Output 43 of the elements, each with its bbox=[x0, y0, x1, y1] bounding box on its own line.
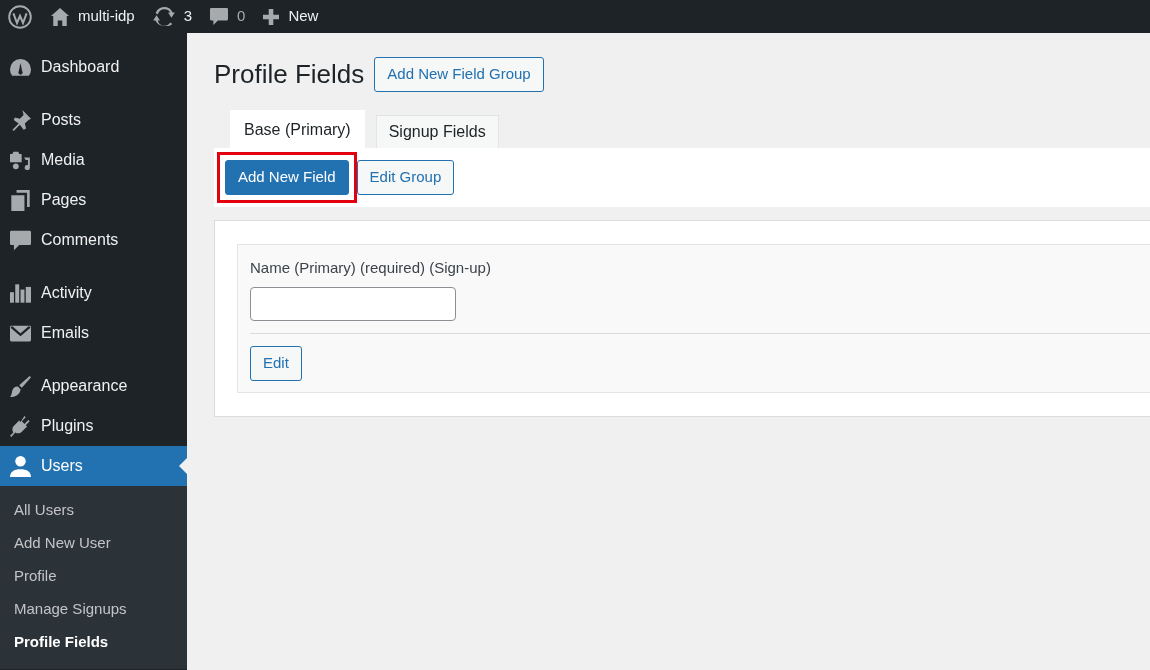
submenu-item[interactable]: All Users bbox=[0, 494, 187, 527]
text-field[interactable] bbox=[250, 287, 456, 321]
comments-link[interactable]: 0 bbox=[201, 0, 255, 33]
menu-item[interactable]: Dashboard bbox=[0, 47, 187, 87]
tab[interactable]: Signup Fields bbox=[375, 115, 499, 148]
refresh-icon bbox=[152, 7, 175, 26]
bars-icon bbox=[10, 282, 31, 304]
plug-icon bbox=[10, 415, 31, 437]
menu-item[interactable]: Comments bbox=[0, 220, 187, 260]
logo-icon[interactable] bbox=[8, 4, 32, 29]
page-title: Profile Fields bbox=[214, 58, 365, 91]
menu-item[interactable]: Media bbox=[0, 140, 187, 180]
home-icon bbox=[51, 7, 69, 26]
pushpin-icon bbox=[10, 109, 31, 131]
speech-bubble-icon bbox=[210, 8, 229, 25]
submenu-item[interactable]: Profile Fields bbox=[0, 626, 187, 659]
tab[interactable]: Base (Primary) bbox=[230, 110, 365, 148]
edit-group-button[interactable]: Edit Group bbox=[356, 160, 455, 195]
submenu-item[interactable]: Profile bbox=[0, 560, 187, 593]
speech-bubble-icon bbox=[10, 229, 31, 251]
updates-link[interactable]: 3 bbox=[143, 0, 202, 33]
menu-item[interactable]: Activity bbox=[0, 273, 187, 313]
submenu-item[interactable]: Add New User bbox=[0, 527, 187, 560]
menu-item[interactable]: Plugins bbox=[0, 406, 187, 446]
paintbrush-icon bbox=[10, 375, 31, 397]
submenu-item[interactable]: Manage Signups bbox=[0, 593, 187, 626]
camera-note-icon bbox=[10, 149, 31, 171]
menu-item[interactable]: Users bbox=[0, 446, 187, 486]
new-content-link[interactable]: New bbox=[254, 0, 328, 33]
pages-icon bbox=[10, 189, 31, 211]
menu-item[interactable]: Posts bbox=[0, 100, 187, 140]
menu-item[interactable]: Appearance bbox=[0, 366, 187, 406]
pointer-icon bbox=[179, 458, 187, 474]
add-group-button[interactable]: Add New Field Group bbox=[374, 57, 544, 92]
gauge-icon bbox=[10, 56, 31, 78]
menu-item[interactable]: Emails bbox=[0, 313, 187, 353]
add-field-button[interactable]: Add New Field bbox=[225, 160, 349, 195]
field-label: Name (Primary) (required) (Sign-up) bbox=[250, 258, 492, 278]
plus-icon bbox=[263, 8, 280, 25]
user-icon bbox=[10, 455, 31, 477]
menu-item[interactable]: Pages bbox=[0, 180, 187, 220]
edit-button[interactable]: Edit bbox=[250, 346, 302, 381]
site-link[interactable]: multi-idp bbox=[42, 0, 144, 33]
